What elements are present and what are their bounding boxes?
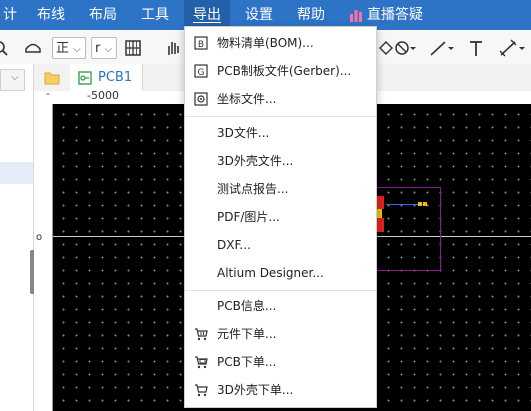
arc-tool-icon[interactable] (23, 37, 43, 59)
left-panel-select[interactable]: ⌵ (0, 69, 25, 91)
layer-select[interactable]: 正 ⌵ (52, 37, 86, 59)
via (418, 202, 422, 206)
menu-item-pdf-image[interactable]: PDF/图片... (185, 203, 376, 231)
menu-item-3d-shell-order[interactable]: 3D外壳下单... (185, 376, 376, 404)
folder-icon[interactable] (44, 70, 60, 85)
menu-item-3d-file[interactable]: 3D文件... (185, 119, 376, 147)
menu-item-coordinate-label: 坐标文件... (217, 92, 277, 106)
menu-item-dxf[interactable]: DXF... (185, 231, 376, 259)
menu-item-gerber-label: PCB制板文件(Gerber)... (217, 64, 352, 78)
menu-item-altium[interactable]: Altium Designer... (185, 259, 376, 287)
menu-layout[interactable]: 布局 (89, 0, 117, 30)
menu-item-pcb-order[interactable]: PCB下单... (185, 348, 376, 376)
chevron-down-icon: ⌵ (104, 44, 113, 55)
menu-tools[interactable]: 工具 (141, 0, 169, 30)
ruler-minus-mark: - (46, 87, 50, 100)
menu-separator (185, 116, 376, 117)
ruler-left-origin-mark: o (36, 232, 43, 243)
zoom-icon[interactable] (0, 37, 9, 59)
menu-item-testpoint-report[interactable]: 测试点报告... (185, 175, 376, 203)
dimension-tool-icon[interactable] (498, 37, 528, 59)
menu-item-bom-label: 物料清单(BOM)... (217, 36, 314, 50)
menu-item-component-order[interactable]: 元件下单... (185, 320, 376, 348)
svg-text:G: G (198, 68, 205, 78)
pcb-doc-icon (78, 71, 92, 85)
menu-item-bom[interactable]: B 物料清单(BOM)... (185, 29, 376, 57)
menu-item-3d-shell-order-label: 3D外壳下单... (217, 383, 294, 397)
live-chart-icon (350, 10, 362, 22)
menu-item-dxf-label: DXF... (217, 238, 251, 252)
menu-separator (185, 290, 376, 291)
menu-item-pcb-order-label: PCB下单... (217, 355, 277, 369)
r-select-value: r (95, 41, 101, 56)
cart-pcb-icon (195, 356, 208, 369)
left-panel (0, 64, 34, 411)
export-menu: B 物料清单(BOM)... G PCB制板文件(Gerber)... 坐标文件… (184, 26, 377, 408)
menu-design[interactable]: 计 (3, 0, 17, 30)
menu-item-pdf-image-label: PDF/图片... (217, 210, 280, 224)
via (423, 202, 427, 206)
menu-item-component-order-label: 元件下单... (217, 327, 277, 341)
hand-icon[interactable] (165, 37, 181, 59)
circle-slash-tool[interactable] (376, 37, 416, 59)
bom-icon: B (194, 36, 208, 50)
menu-item-pcb-info[interactable]: PCB信息... (185, 292, 376, 320)
cart-3d-icon (195, 384, 208, 397)
menu-item-pcb-info-label: PCB信息... (217, 299, 277, 313)
svg-text:B: B (198, 40, 204, 50)
tab-pcb1-label: PCB1 (98, 70, 133, 85)
menu-route[interactable]: 布线 (37, 0, 65, 30)
gerber-icon: G (194, 64, 208, 78)
menu-item-3d-file-label: 3D文件... (217, 126, 270, 140)
menu-export-label: 导出 (193, 7, 221, 23)
grid-icon[interactable] (124, 37, 142, 59)
cart-icon (195, 328, 208, 341)
component-silk (377, 209, 382, 218)
line-tool-icon[interactable] (428, 37, 458, 59)
menu-item-testpoint-report-label: 测试点报告... (217, 182, 289, 196)
menu-item-3d-shell-file-label: 3D外壳文件... (217, 154, 294, 168)
ruler-top-label: -5000 (87, 89, 119, 102)
coordinate-file-icon (194, 92, 208, 106)
menu-item-coordinate[interactable]: 坐标文件... (185, 85, 376, 113)
left-panel-selected-row[interactable] (0, 162, 33, 184)
chevron-down-icon: ⌵ (73, 44, 81, 55)
ruler-left: o (34, 104, 53, 411)
chevron-down-icon: ⌵ (11, 72, 19, 83)
text-tool-icon[interactable] (468, 37, 484, 59)
menu-item-3d-shell-file[interactable]: 3D外壳文件... (185, 147, 376, 175)
menu-item-gerber[interactable]: G PCB制板文件(Gerber)... (185, 57, 376, 85)
tab-pcb1[interactable]: PCB1 (70, 64, 144, 91)
live-qa-label: 直播答疑 (367, 7, 423, 23)
menu-item-altium-label: Altium Designer... (217, 266, 324, 280)
layer-select-value: 正 (56, 41, 70, 56)
r-select[interactable]: r ⌵ (91, 37, 117, 59)
